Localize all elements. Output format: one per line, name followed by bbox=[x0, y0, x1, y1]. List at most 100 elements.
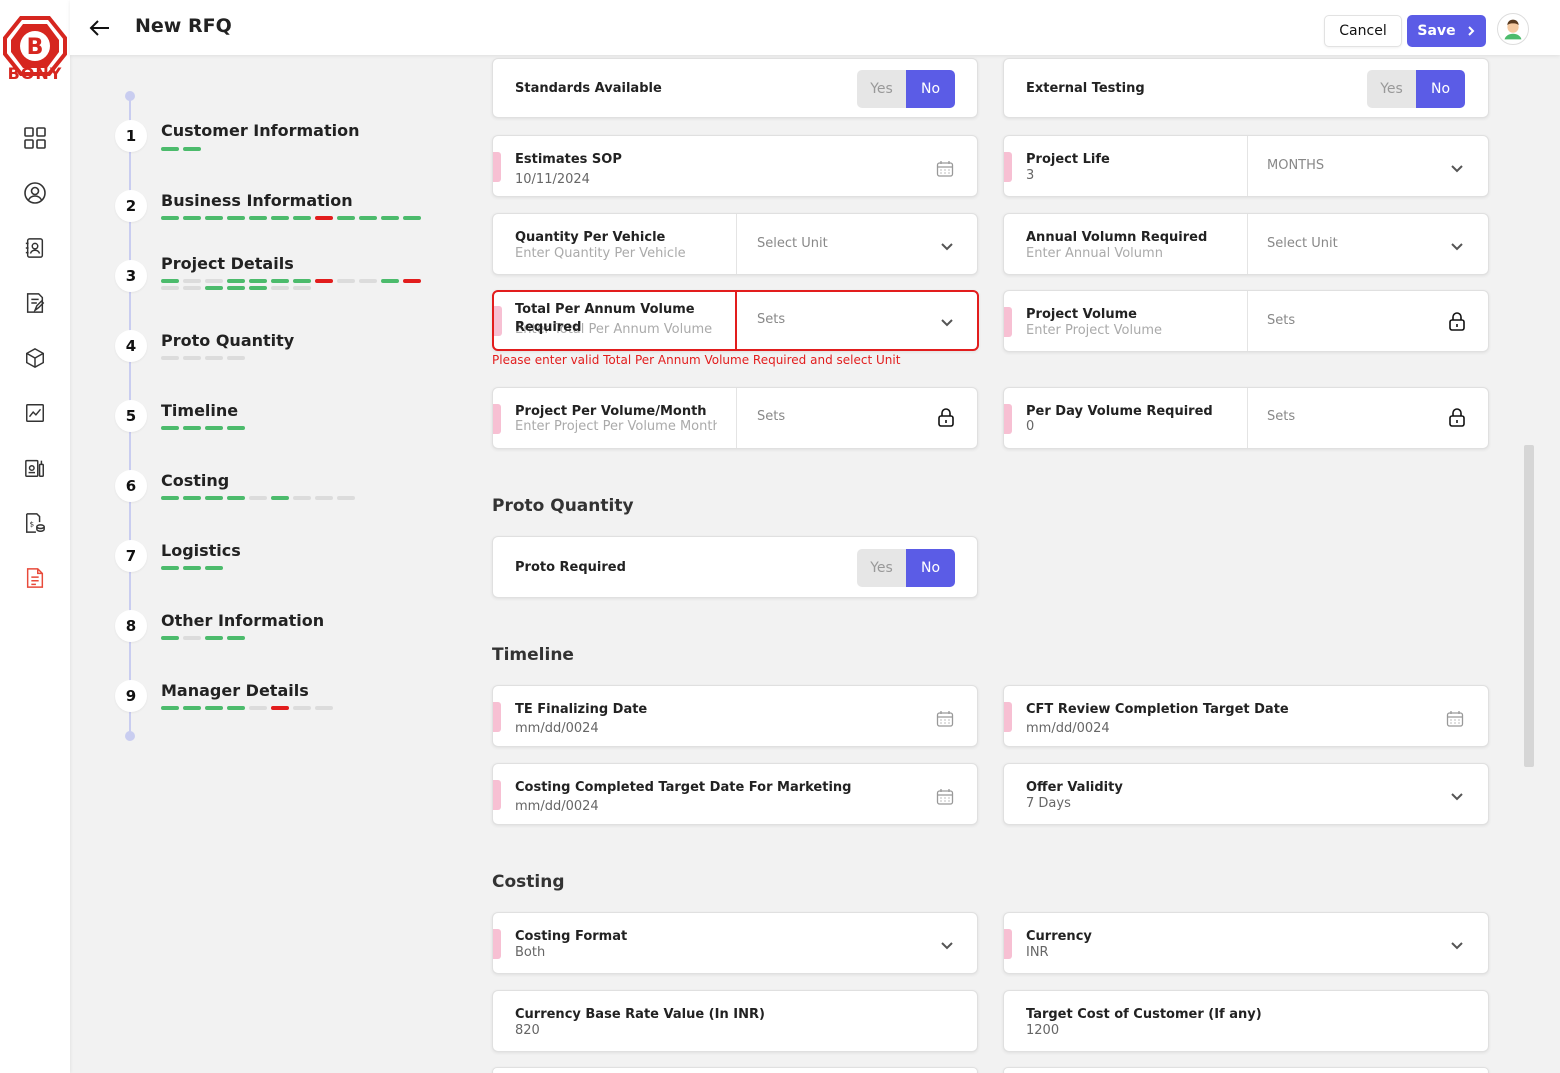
step-2-label[interactable]: Business Information bbox=[161, 191, 353, 210]
invoice-icon[interactable]: $ bbox=[22, 510, 48, 536]
required-marker bbox=[494, 306, 502, 336]
costing-completed-input[interactable]: mm/dd/0024 bbox=[515, 799, 599, 814]
toggle-no[interactable]: No bbox=[1416, 70, 1465, 108]
costing-format-select[interactable]: Both bbox=[515, 945, 545, 960]
te-finalizing-input[interactable]: mm/dd/0024 bbox=[515, 721, 599, 736]
step-2-number[interactable]: 2 bbox=[115, 190, 147, 222]
project-life-unit-select[interactable]: MONTHS bbox=[1267, 158, 1324, 173]
progress-segment-pending bbox=[161, 286, 179, 290]
project-per-month-input[interactable]: Enter Project Per Volume Month bbox=[515, 419, 717, 434]
save-button[interactable]: Save bbox=[1407, 15, 1486, 47]
avatar[interactable] bbox=[1497, 13, 1529, 45]
chevron-down-icon[interactable] bbox=[1450, 240, 1464, 254]
project-volume-input[interactable]: Enter Project Volume bbox=[1026, 323, 1162, 338]
annual-volume-input[interactable]: Enter Annual Volumn bbox=[1026, 246, 1163, 261]
progress-segment-complete bbox=[161, 496, 179, 500]
step-7-label[interactable]: Logistics bbox=[161, 541, 241, 560]
step-8-label[interactable]: Other Information bbox=[161, 611, 324, 630]
proto-required-toggle[interactable]: Yes No bbox=[857, 549, 955, 587]
chevron-down-icon[interactable] bbox=[1450, 162, 1464, 176]
total-per-annum-field[interactable]: Enter Total Per Annum Volume Total Per A… bbox=[492, 290, 979, 351]
step-3-label[interactable]: Project Details bbox=[161, 254, 294, 273]
chevron-down-icon[interactable] bbox=[940, 240, 954, 254]
step-6-number[interactable]: 6 bbox=[115, 470, 147, 502]
currency-base-rate-input[interactable]: 820 bbox=[515, 1023, 540, 1038]
quantity-unit-select[interactable]: Select Unit bbox=[757, 236, 828, 251]
toolbox-icon[interactable] bbox=[22, 455, 48, 481]
calendar-icon[interactable] bbox=[1446, 710, 1464, 728]
step-3-number[interactable]: 3 bbox=[115, 260, 147, 292]
total-per-annum-unit-select[interactable]: Sets bbox=[757, 312, 785, 327]
per-day-volume-value[interactable]: 0 bbox=[1026, 419, 1034, 434]
toggle-no[interactable]: No bbox=[906, 549, 955, 587]
project-per-month-field[interactable]: Project Per Volume/Month Enter Project P… bbox=[492, 387, 978, 449]
offer-validity-field[interactable]: Offer Validity 7 Days bbox=[1003, 763, 1489, 825]
project-life-field[interactable]: Project Life 3 MONTHS bbox=[1003, 135, 1489, 197]
external-testing-toggle[interactable]: Yes No bbox=[1367, 70, 1465, 108]
standards-available-label: Standards Available bbox=[515, 81, 662, 96]
standards-available-toggle[interactable]: Yes No bbox=[857, 70, 955, 108]
toggle-no[interactable]: No bbox=[906, 70, 955, 108]
cancel-button[interactable]: Cancel bbox=[1324, 15, 1402, 47]
project-volume-field[interactable]: Project Volume Enter Project Volume Sets bbox=[1003, 290, 1489, 352]
chevron-down-icon[interactable] bbox=[1450, 790, 1464, 804]
costing-format-field[interactable]: Costing Format Both bbox=[492, 912, 978, 974]
top-header: New RFQ Cancel Save bbox=[70, 0, 1560, 55]
te-finalizing-date-field[interactable]: TE Finalizing Date mm/dd/0024 bbox=[492, 685, 978, 747]
per-day-volume-field[interactable]: Per Day Volume Required 0 Sets bbox=[1003, 387, 1489, 449]
cube-icon[interactable] bbox=[22, 345, 48, 371]
progress-segment-complete bbox=[183, 147, 201, 151]
back-arrow-icon[interactable] bbox=[88, 16, 112, 40]
chart-icon[interactable] bbox=[22, 400, 48, 426]
offer-validity-select[interactable]: 7 Days bbox=[1026, 796, 1071, 811]
quantity-per-vehicle-input[interactable]: Enter Quantity Per Vehicle bbox=[515, 246, 686, 261]
toggle-yes[interactable]: Yes bbox=[857, 70, 906, 108]
costing-completed-date-field[interactable]: Costing Completed Target Date For Market… bbox=[492, 763, 978, 825]
estimates-sop-field[interactable]: Estimates SOP 10/11/2024 bbox=[492, 135, 978, 197]
calendar-icon[interactable] bbox=[936, 788, 954, 806]
target-cost-label: Target Cost of Customer (If any) bbox=[1026, 1007, 1262, 1022]
step-1-label[interactable]: Customer Information bbox=[161, 121, 359, 140]
currency-base-rate-field[interactable]: Currency Base Rate Value (In INR) 820 bbox=[492, 990, 978, 1052]
scrollbar[interactable] bbox=[1524, 445, 1534, 767]
step-5-label[interactable]: Timeline bbox=[161, 401, 238, 420]
chevron-down-icon[interactable] bbox=[940, 939, 954, 953]
estimates-sop-value[interactable]: 10/11/2024 bbox=[515, 172, 590, 187]
contacts-icon[interactable] bbox=[22, 235, 48, 261]
document-edit-icon[interactable] bbox=[22, 290, 48, 316]
chevron-down-icon[interactable] bbox=[940, 316, 954, 330]
progress-segment-pending bbox=[293, 706, 311, 710]
step-8-number[interactable]: 8 bbox=[115, 610, 147, 642]
toggle-yes[interactable]: Yes bbox=[857, 549, 906, 587]
grid-icon[interactable] bbox=[22, 125, 48, 151]
currency-select[interactable]: INR bbox=[1026, 945, 1049, 960]
step-1-number[interactable]: 1 bbox=[115, 120, 147, 152]
calendar-icon[interactable] bbox=[936, 710, 954, 728]
annual-unit-select[interactable]: Select Unit bbox=[1267, 236, 1338, 251]
project-life-value[interactable]: 3 bbox=[1026, 168, 1034, 183]
progress-segment-complete bbox=[183, 496, 201, 500]
currency-field[interactable]: Currency INR bbox=[1003, 912, 1489, 974]
annual-volume-field[interactable]: Annual Volumn Required Enter Annual Volu… bbox=[1003, 213, 1489, 275]
step-4-number[interactable]: 4 bbox=[115, 330, 147, 362]
report-icon[interactable] bbox=[22, 565, 48, 591]
step-6-label[interactable]: Costing bbox=[161, 471, 229, 490]
calendar-icon[interactable] bbox=[936, 160, 954, 178]
target-cost-input[interactable]: 1200 bbox=[1026, 1023, 1059, 1038]
chevron-down-icon[interactable] bbox=[1450, 939, 1464, 953]
progress-segment-complete bbox=[359, 216, 377, 220]
progress-segment-pending bbox=[183, 356, 201, 360]
step-4-label[interactable]: Proto Quantity bbox=[161, 331, 294, 350]
user-circle-icon[interactable] bbox=[22, 180, 48, 206]
step-9-number[interactable]: 9 bbox=[115, 680, 147, 712]
target-cost-field[interactable]: Target Cost of Customer (If any) 1200 bbox=[1003, 990, 1489, 1052]
step-9-label[interactable]: Manager Details bbox=[161, 681, 309, 700]
required-marker bbox=[1004, 702, 1012, 732]
step-5-number[interactable]: 5 bbox=[115, 400, 147, 432]
total-per-annum-label: Total Per Annum Volume Required bbox=[515, 302, 695, 335]
toggle-yes[interactable]: Yes bbox=[1367, 70, 1416, 108]
cft-review-input[interactable]: mm/dd/0024 bbox=[1026, 721, 1110, 736]
step-7-number[interactable]: 7 bbox=[115, 540, 147, 572]
quantity-per-vehicle-field[interactable]: Quantity Per Vehicle Enter Quantity Per … bbox=[492, 213, 978, 275]
cft-review-date-field[interactable]: CFT Review Completion Target Date mm/dd/… bbox=[1003, 685, 1489, 747]
